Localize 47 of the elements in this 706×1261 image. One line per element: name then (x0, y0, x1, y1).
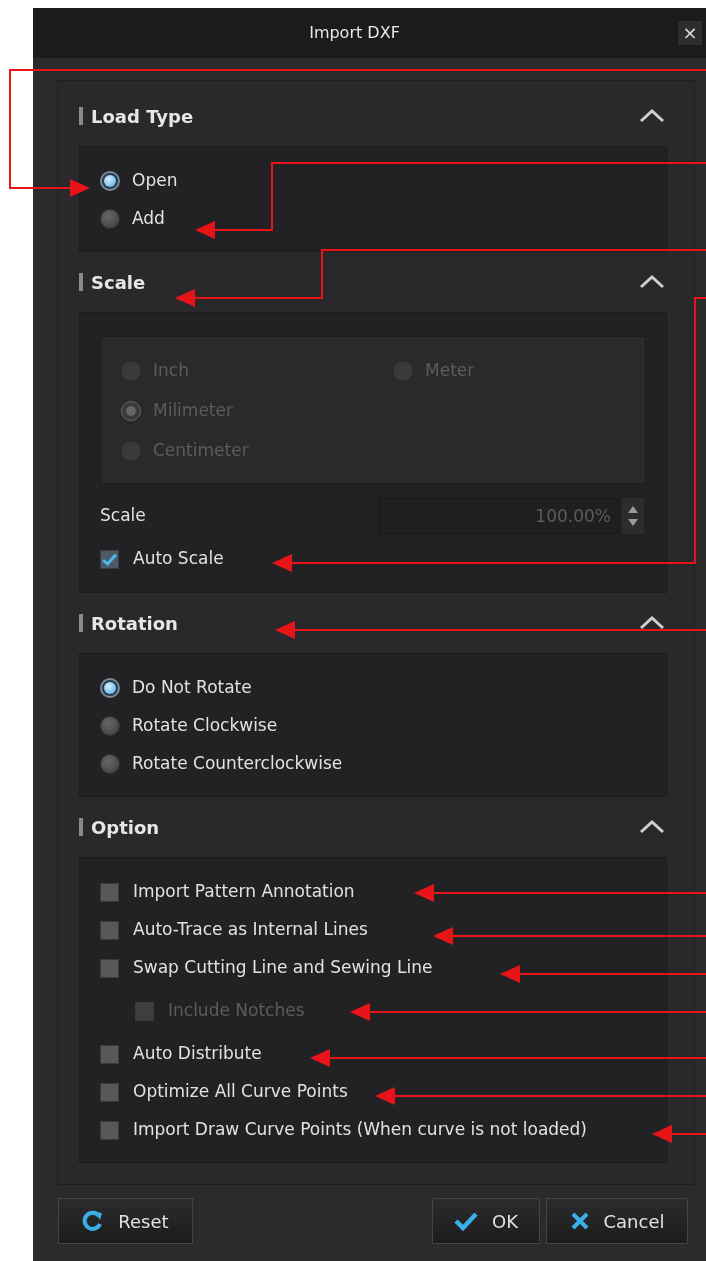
checkbox-label[interactable]: Auto Distribute (133, 1041, 262, 1067)
section-marker (79, 818, 83, 836)
section-marker (79, 273, 83, 291)
cancel-button[interactable]: Cancel (546, 1198, 688, 1244)
section-title: Rotation (91, 611, 178, 636)
checkbox[interactable] (100, 920, 119, 940)
reset-button[interactable]: Reset (58, 1198, 193, 1244)
section-title: Option (91, 815, 160, 840)
checkbox[interactable] (100, 1044, 119, 1064)
section-title: Scale (91, 270, 146, 295)
checkbox[interactable] (100, 882, 119, 902)
checkbox-label[interactable]: Optimize All Curve Points (133, 1079, 348, 1105)
radio-label[interactable]: Rotate Counterclockwise (132, 751, 343, 777)
radio-button[interactable] (100, 678, 120, 698)
radio-button[interactable] (100, 209, 120, 229)
radio-label[interactable]: Do Not Rotate (132, 675, 252, 701)
window-title: Import DXF (309, 22, 400, 44)
cross-icon (569, 1211, 590, 1231)
chevron-up-icon[interactable] (639, 616, 665, 630)
checkbox[interactable] (100, 549, 119, 569)
checkbox-label[interactable]: Auto Scale (133, 546, 224, 572)
field-label: Scale (100, 504, 146, 528)
radio-button[interactable] (100, 754, 120, 774)
checkmark-icon (454, 1211, 478, 1231)
section-marker (79, 614, 83, 632)
section-title: Load Type (91, 104, 194, 129)
checkbox[interactable] (100, 1120, 119, 1140)
radio-button[interactable] (100, 171, 120, 191)
checkbox-label[interactable]: Import Draw Curve Points (When curve is not loaded) (133, 1117, 587, 1143)
radio-label[interactable]: Open (132, 168, 178, 194)
reset-icon (82, 1210, 105, 1232)
annotation-arrow (652, 1125, 706, 1143)
radio-button[interactable] (100, 716, 120, 736)
radio-label[interactable]: Add (132, 206, 165, 232)
checkbox-label[interactable]: Import Pattern Annotation (133, 879, 355, 905)
checkbox-label[interactable]: Swap Cutting Line and Sewing Line (133, 955, 433, 981)
checkbox[interactable] (100, 1082, 119, 1102)
checkbox-label[interactable]: Auto-Trace as Internal Lines (133, 917, 368, 943)
spinner-arrows-icon[interactable] (622, 498, 644, 534)
radio-label[interactable]: Rotate Clockwise (132, 713, 278, 739)
ok-button[interactable]: OK (432, 1198, 540, 1244)
close-button[interactable]: × (678, 21, 702, 45)
chevron-up-icon[interactable] (639, 109, 665, 123)
checkbox[interactable] (100, 958, 119, 978)
section-marker (79, 107, 83, 125)
chevron-up-icon[interactable] (639, 275, 665, 289)
chevron-up-icon[interactable] (639, 820, 665, 834)
